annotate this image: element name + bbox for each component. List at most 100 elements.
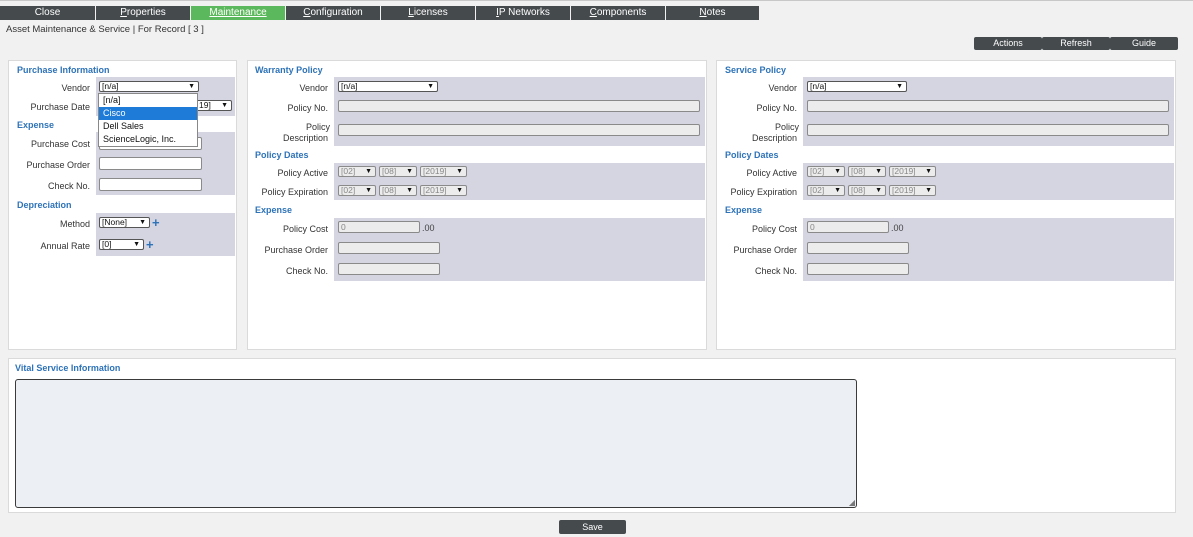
caret-down-icon: ▼ <box>365 187 372 194</box>
warranty-active-year-select[interactable]: [2019] ▼ <box>420 166 467 177</box>
warranty-policy-desc-label-1: Policy <box>305 122 330 132</box>
caret-down-icon: ▼ <box>456 187 463 194</box>
service-purchase-order-label: Purchase Order <box>733 245 797 255</box>
plus-icon[interactable]: + <box>146 238 154 251</box>
vendor-dropdown-list: [n/a] Cisco Dell Sales ScienceLogic, Inc… <box>98 93 198 147</box>
warranty-policy-no-label: Policy No. <box>287 103 328 113</box>
service-purchase-order-input[interactable] <box>807 242 909 254</box>
service-active-month-select[interactable]: [02] ▼ <box>807 166 845 177</box>
service-policy-active-label: Policy Active <box>746 168 797 178</box>
purchase-information-title: Purchase Information <box>17 65 110 75</box>
service-check-no-input[interactable] <box>807 263 909 275</box>
caret-down-icon: ▼ <box>221 102 228 109</box>
warranty-check-no-input[interactable] <box>338 263 440 275</box>
vendor-option-cisco[interactable]: Cisco <box>99 107 197 120</box>
purchase-expense-title: Expense <box>17 120 55 130</box>
tab-maintenance[interactable]: Maintenance <box>191 6 286 20</box>
purchase-check-no-label: Check No. <box>47 181 90 191</box>
warranty-policy-no-input[interactable] <box>338 100 700 112</box>
service-policy-cost-input[interactable]: 0 <box>807 221 889 233</box>
warranty-policy-cost-label: Policy Cost <box>282 224 328 234</box>
caret-down-icon: ▼ <box>834 168 841 175</box>
depreciation-title: Depreciation <box>17 200 72 210</box>
page-title: Asset Maintenance & Service | For Record… <box>6 24 204 35</box>
method-label: Method <box>59 219 90 229</box>
tab-components[interactable]: Components <box>571 6 666 20</box>
vendor-option-na[interactable]: [n/a] <box>99 94 197 107</box>
tab-close[interactable]: Close <box>0 6 96 20</box>
vital-service-textarea[interactable]: ◢ <box>15 379 857 508</box>
warranty-policy-title: Warranty Policy <box>255 65 323 75</box>
service-policy-title: Service Policy <box>725 65 787 75</box>
service-active-year-select[interactable]: [2019] ▼ <box>889 166 936 177</box>
service-policy-cost-label: Policy Cost <box>751 224 797 234</box>
plus-icon[interactable]: + <box>152 216 160 229</box>
tab-configuration[interactable]: Configuration <box>286 6 381 20</box>
caret-down-icon: ▼ <box>406 168 413 175</box>
refresh-button[interactable]: Refresh <box>1042 37 1110 50</box>
service-expiration-day-select[interactable]: [08] ▼ <box>848 185 886 196</box>
caret-down-icon: ▼ <box>834 187 841 194</box>
tab-licenses[interactable]: Licenses <box>381 6 476 20</box>
warranty-purchase-order-input[interactable] <box>338 242 440 254</box>
purchase-vendor-label: Vendor <box>61 83 90 93</box>
save-button[interactable]: Save <box>559 520 626 534</box>
warranty-policy-active-label: Policy Active <box>277 168 328 178</box>
warranty-vendor-select[interactable]: [n/a] ▼ <box>338 81 438 92</box>
service-expense-title: Expense <box>725 205 763 215</box>
service-expiration-month-select[interactable]: [02] ▼ <box>807 185 845 196</box>
warranty-policy-desc-label-2: Description <box>282 133 328 143</box>
vendor-option-sciencelogic[interactable]: ScienceLogic, Inc. <box>99 133 197 146</box>
caret-down-icon: ▼ <box>427 83 434 90</box>
tab-bar: Close Properties Maintenance Configurati… <box>0 0 1193 20</box>
service-expiration-year-select[interactable]: [2019] ▼ <box>889 185 936 196</box>
warranty-vendor-label: Vendor <box>299 83 328 93</box>
warranty-policy-cost-cents: .00 <box>422 223 435 233</box>
warranty-active-month-select[interactable]: [02] ▼ <box>338 166 376 177</box>
service-vendor-select[interactable]: [n/a] ▼ <box>807 81 907 92</box>
purchase-date-year-select[interactable]: 19] ▼ <box>196 100 232 111</box>
service-policy-description-input[interactable] <box>807 124 1169 136</box>
service-policy-no-input[interactable] <box>807 100 1169 112</box>
method-select[interactable]: [None] ▼ <box>99 217 150 228</box>
tab-notes[interactable]: Notes <box>666 6 760 20</box>
purchase-check-no-input[interactable] <box>99 178 202 191</box>
warranty-expiration-month-select[interactable]: [02] ▼ <box>338 185 376 196</box>
caret-down-icon: ▼ <box>139 219 146 226</box>
purchase-vendor-select[interactable]: [n/a] ▼ <box>99 81 199 92</box>
purchase-date-label: Purchase Date <box>30 102 90 112</box>
warranty-policy-expiration-label: Policy Expiration <box>261 187 328 197</box>
caret-down-icon: ▼ <box>133 241 140 248</box>
service-policy-cost-cents: .00 <box>891 223 904 233</box>
service-check-no-label: Check No. <box>754 266 797 276</box>
caret-down-icon: ▼ <box>925 168 932 175</box>
caret-down-icon: ▼ <box>925 187 932 194</box>
service-policy-desc-label-1: Policy <box>774 122 799 132</box>
purchase-order-input[interactable] <box>99 157 202 170</box>
warranty-check-no-label: Check No. <box>285 266 328 276</box>
caret-down-icon: ▼ <box>875 168 882 175</box>
annual-rate-label: Annual Rate <box>40 241 90 251</box>
purchase-order-label: Purchase Order <box>26 160 90 170</box>
service-policy-dates-title: Policy Dates <box>725 150 779 160</box>
tab-ip-networks[interactable]: IP Networks <box>476 6 571 20</box>
resize-handle-icon[interactable]: ◢ <box>849 498 855 507</box>
caret-down-icon: ▼ <box>365 168 372 175</box>
actions-button[interactable]: Actions <box>974 37 1042 50</box>
service-policy-expiration-label: Policy Expiration <box>730 187 797 197</box>
tab-properties[interactable]: Properties <box>96 6 191 20</box>
warranty-policy-cost-input[interactable]: 0 <box>338 221 420 233</box>
warranty-expiration-year-select[interactable]: [2019] ▼ <box>420 185 467 196</box>
service-active-day-select[interactable]: [08] ▼ <box>848 166 886 177</box>
caret-down-icon: ▼ <box>875 187 882 194</box>
guide-button[interactable]: Guide <box>1110 37 1178 50</box>
service-vendor-label: Vendor <box>768 83 797 93</box>
annual-rate-select[interactable]: [0] ▼ <box>99 239 144 250</box>
warranty-expiration-day-select[interactable]: [08] ▼ <box>379 185 417 196</box>
warranty-purchase-order-label: Purchase Order <box>264 245 328 255</box>
purchase-cost-label: Purchase Cost <box>30 139 90 149</box>
warranty-policy-description-input[interactable] <box>338 124 700 136</box>
vendor-option-dell-sales[interactable]: Dell Sales <box>99 120 197 133</box>
warranty-active-day-select[interactable]: [08] ▼ <box>379 166 417 177</box>
vital-service-title: Vital Service Information <box>15 363 121 373</box>
